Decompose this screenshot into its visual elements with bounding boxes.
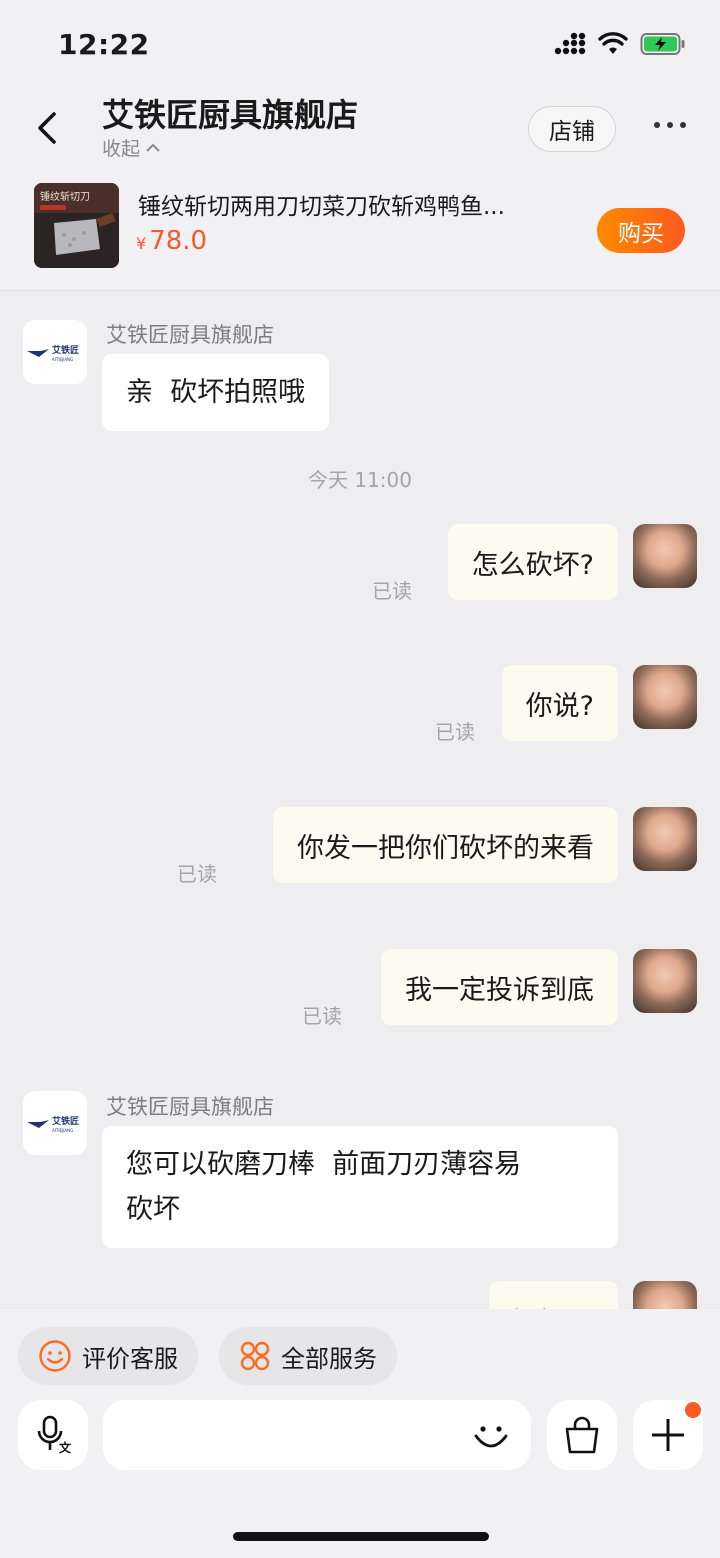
cleaver-image: 锤纹斩切刀 [34,183,119,268]
all-services-chip[interactable]: 全部服务 [219,1327,397,1385]
chevron-left-icon [38,112,56,144]
buy-button[interactable]: 购买 [597,208,685,253]
home-indicator[interactable] [233,1532,489,1541]
user-avatar[interactable] [633,665,697,729]
chat-list[interactable]: 艾铁匠 AITIEJIANG 艾铁匠厨具旗舰店 亲 砍坏拍照哦 今天 11:00… [0,291,720,1309]
sender-name: 艾铁匠厨具旗舰店 [106,1095,274,1119]
emoji-button[interactable] [470,1414,512,1460]
chip-label: 全部服务 [281,1344,377,1373]
product-title[interactable]: 锤纹斩切两用刀切菜刀砍斩鸡鸭鱼... [138,187,568,221]
price-value: 78.0 [149,226,208,256]
shop-avatar[interactable]: 艾铁匠 AITIEJIANG [23,1091,87,1155]
svg-text:文: 文 [59,1440,72,1455]
rate-service-chip[interactable]: 评价客服 [18,1327,198,1385]
emoji-icon [474,1426,508,1448]
message-bubble[interactable]: 我一定投诉到底 [381,949,618,1025]
shopping-bag-icon [565,1416,599,1454]
battery-charging-icon [640,33,685,55]
user-avatar[interactable] [633,524,697,588]
currency-symbol: ¥ [136,234,147,253]
read-status: 已读 [177,862,217,886]
notification-dot [683,1400,703,1420]
svg-text:AITIEJIANG: AITIEJIANG [52,1128,73,1133]
svg-text:艾铁匠: 艾铁匠 [52,1115,79,1127]
svg-text:锤纹斩切刀: 锤纹斩切刀 [40,190,90,203]
user-avatar[interactable] [633,807,697,871]
more-icon[interactable] [654,122,686,128]
sender-name: 艾铁匠厨具旗舰店 [106,323,274,347]
status-icons [554,32,686,56]
microphone-icon: 文 [37,1415,72,1455]
back-button[interactable] [30,108,70,148]
shop-logo: 艾铁匠 AITIEJIANG [27,1115,79,1133]
grid-icon [240,1341,270,1371]
message-bubble[interactable]: 你发一把你们砍坏的来看 [273,807,618,883]
svg-text:AITIEJIANG: AITIEJIANG [52,357,73,362]
cellular-icon [554,32,586,55]
message-bubble[interactable]: 您可以砍磨刀棒 前面刀刃薄容易 砍坏 [102,1126,618,1248]
svg-text:艾铁匠: 艾铁匠 [52,344,79,356]
shop-logo: 艾铁匠 AITIEJIANG [27,344,79,362]
product-price: ¥ 78.0 [136,226,207,256]
shop-avatar[interactable]: 艾铁匠 AITIEJIANG [23,320,87,384]
message-bubble[interactable]: 你说? [501,665,618,741]
message-bubble[interactable]: 没问题 [489,1281,618,1309]
collapse-toggle[interactable]: 收起 [102,134,160,161]
shopping-bag-button[interactable] [547,1400,617,1470]
wifi-icon [598,32,628,54]
voice-input-button[interactable]: 文 [18,1400,88,1470]
message-bubble[interactable]: 怎么砍坏? [447,524,618,600]
product-image[interactable]: 锤纹斩切刀 [34,183,119,268]
message-bubble[interactable]: 亲 砍坏拍照哦 [102,354,330,431]
read-status: 已读 [302,1004,342,1028]
read-status: 已读 [435,720,475,744]
plus-icon [652,1419,684,1451]
chip-label: 评价客服 [82,1344,178,1373]
message-line: 砍坏 [126,1194,180,1225]
user-avatar[interactable] [633,949,697,1013]
shop-title: 艾铁匠厨具旗舰店 [102,96,359,134]
time-separator: 今天 11:00 [308,468,412,492]
status-time: 12:22 [58,28,150,61]
read-status: 已读 [372,579,412,603]
chevron-up-icon [146,143,160,152]
store-button[interactable]: 店铺 [528,106,616,152]
collapse-label: 收起 [102,138,141,160]
message-input[interactable] [103,1400,531,1470]
smile-icon [39,1340,71,1372]
message-line: 您可以砍磨刀棒 前面刀刃薄容易 [126,1149,522,1180]
user-avatar[interactable] [633,1281,697,1309]
